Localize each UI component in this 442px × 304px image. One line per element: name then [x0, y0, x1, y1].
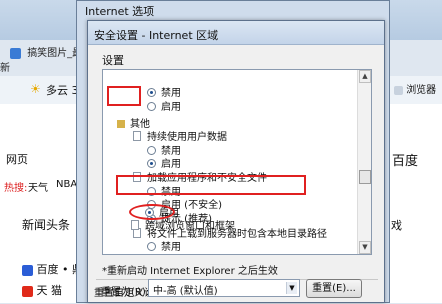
weather-temp: 多云 3: [46, 84, 79, 97]
hot-item-weather[interactable]: 天气: [28, 179, 48, 194]
tmall-icon: [22, 285, 33, 297]
vertical-scrollbar[interactable]: ▲ ▼: [357, 70, 371, 254]
baidu-icon: [22, 264, 33, 276]
weather-icon: ☀: [30, 82, 41, 96]
news-headline-tab[interactable]: 新闻头条: [22, 216, 70, 233]
scroll-thumb[interactable]: [359, 170, 371, 184]
list-item[interactable]: 禁用: [147, 241, 181, 254]
option-label: 禁用: [161, 88, 181, 99]
news-row-baidu[interactable]: 百度 • 鼎: [22, 261, 83, 277]
radio-button[interactable]: [147, 241, 156, 251]
hot-label: 热搜:: [4, 183, 28, 194]
dialog-titlebar: 安全设置 - Internet 区域: [88, 21, 384, 45]
list-item[interactable]: 启用: [147, 158, 181, 172]
radio-button[interactable]: [147, 158, 156, 168]
option-label: 禁用: [161, 242, 181, 253]
annotation-box-upload-path: [116, 175, 306, 195]
radio-button[interactable]: [147, 101, 156, 111]
security-settings-dialog: 安全设置 - Internet 区域 设置 禁用 启用 其他 持续使用用户数据 …: [87, 20, 385, 303]
browser-button-label: 浏览器: [406, 85, 437, 96]
nav-dropdown[interactable]: 网页: [6, 151, 28, 167]
reset-to-label: 重置为(R):: [101, 287, 150, 298]
option-label: 启用: [161, 102, 181, 113]
scroll-down-button[interactable]: ▼: [359, 241, 371, 254]
folder-icon: [117, 120, 125, 128]
news-row-tmall[interactable]: 天 猫: [22, 282, 62, 298]
option-label: 启用: [161, 159, 181, 170]
internet-options-title: Internet 选项: [85, 5, 155, 18]
browser-button[interactable]: 浏览器: [394, 81, 436, 96]
dialog-title: 安全设置 - Internet 区域: [94, 29, 219, 42]
restart-note: *重新启动 Internet Explorer 之后生效: [102, 266, 278, 277]
scroll-up-button[interactable]: ▲: [359, 70, 371, 83]
reset-level-value: 中-高 (默认值): [153, 286, 218, 297]
reset-level-select[interactable]: 中-高 (默认值) ▼: [148, 279, 300, 297]
setting-label: 跨域浏览窗口和框架: [145, 221, 235, 232]
settings-group-label: 设置: [102, 54, 124, 67]
hot-item-nba[interactable]: NBA: [56, 179, 77, 190]
category-label: 其他: [130, 119, 150, 130]
list-item: 跨域浏览窗口和框架: [131, 220, 235, 234]
setting-label: 持续使用用户数据: [147, 132, 227, 143]
list-item: 持续使用用户数据: [133, 131, 227, 145]
option-label: 禁用: [161, 146, 181, 157]
reset-button[interactable]: 重置(E)...: [306, 279, 362, 298]
radio-button[interactable]: [147, 145, 156, 155]
right-partial-text: 戏: [391, 219, 402, 232]
baidu-brand: 百度: [392, 154, 419, 169]
list-item[interactable]: 禁用: [147, 87, 181, 101]
setting-icon: [133, 131, 141, 141]
list-item[interactable]: 禁用: [147, 145, 181, 159]
list-item[interactable]: 启用: [147, 101, 181, 115]
radio-button[interactable]: [147, 87, 156, 97]
tab-page-icon: [10, 47, 21, 59]
annotation-ellipse-enable: [129, 204, 175, 220]
chevron-down-icon: ▼: [286, 282, 297, 294]
annotation-box-other: [107, 86, 141, 106]
news-row-2-text: 天 猫: [36, 284, 63, 297]
list-item: 其他: [117, 118, 150, 132]
browser-icon: [394, 85, 403, 95]
setting-icon: [131, 220, 139, 230]
